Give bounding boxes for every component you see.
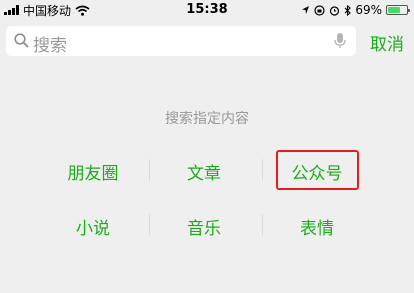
bluetooth-icon <box>344 4 352 16</box>
highlight-box <box>276 150 359 190</box>
location-arrow-icon <box>302 6 310 14</box>
battery-icon <box>386 5 410 15</box>
microphone-icon[interactable] <box>334 32 346 50</box>
orientation-lock-icon <box>314 4 325 16</box>
option-novels[interactable]: 小说 <box>38 214 148 239</box>
alarm-icon <box>330 5 340 16</box>
search-hint: 搜索指定内容 <box>165 111 249 127</box>
search-icon <box>14 33 29 48</box>
option-music[interactable]: 音乐 <box>149 214 259 239</box>
option-articles[interactable]: 文章 <box>149 159 259 184</box>
search-placeholder: 搜索 <box>33 36 67 56</box>
status-bar: 中国移动 15:38 69% <box>0 0 414 20</box>
option-stickers[interactable]: 表情 <box>262 214 372 239</box>
option-moments[interactable]: 朋友圈 <box>38 159 148 184</box>
cancel-button[interactable]: 取消 <box>370 30 404 55</box>
battery-percent: 69% <box>355 3 382 17</box>
search-input[interactable]: 搜索 <box>6 26 356 56</box>
